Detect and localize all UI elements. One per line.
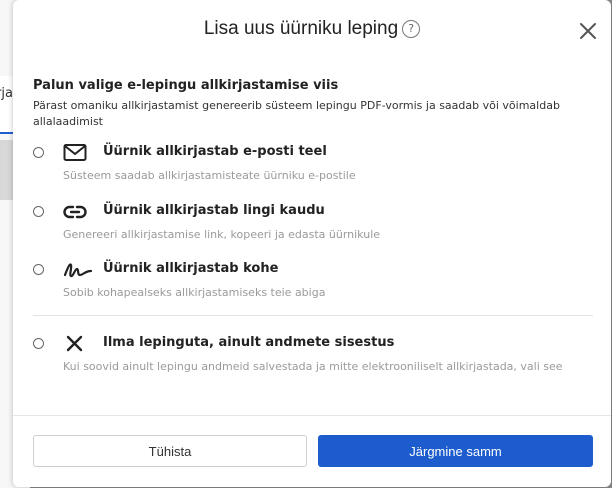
modal-dialog: Lisa uus üürniku leping? Palun valige e-… [13,0,611,487]
signature-icon [63,263,93,278]
option-now-label: Üürnik allkirjastab kohe [103,261,279,276]
close-button[interactable] [577,20,599,42]
help-icon[interactable]: ? [402,20,421,38]
footer-divider [13,415,611,416]
options-divider [33,315,593,316]
close-icon [580,23,596,39]
background-tab-label: rja [0,86,13,101]
modal-title-text: Lisa uus üürniku leping [203,18,399,39]
option-no-contract-desc: Kui soovid ainult lepingu andmeid salves… [63,360,563,373]
radio-now[interactable] [33,264,44,275]
radio-no-contract[interactable] [33,338,44,349]
option-email-label: Üürnik allkirjastab e-posti teel [103,144,327,159]
option-link-desc: Genereeri allkirjastamise link, kopeeri … [63,228,381,241]
section-title: Palun valige e-lepingu allkirjastamise v… [33,78,339,93]
modal-header: Lisa uus üürniku leping? [13,0,611,60]
option-now-desc: Sobib kohapealseks allkirjastamiseks tei… [63,286,326,299]
option-email-desc: Süsteem saadab allkirjastamisteate üürni… [63,169,356,182]
next-step-button[interactable]: Järgmine samm [318,435,593,467]
radio-email[interactable] [33,147,44,158]
option-no-contract-label: Ilma lepinguta, ainult andmete sisestus [103,335,395,350]
cancel-button[interactable]: Tühista [33,435,307,467]
envelope-icon [63,144,87,161]
link-icon [63,205,87,219]
option-link-label: Üürnik allkirjastab lingi kaudu [103,203,325,218]
modal-title: Lisa uus üürniku leping? [13,18,611,40]
section-description: Pärast omaniku allkirjastamist genereeri… [33,99,560,128]
x-icon [66,335,83,352]
radio-link[interactable] [33,206,44,217]
modal-body: Palun valige e-lepingu allkirjastamise v… [33,78,593,130]
